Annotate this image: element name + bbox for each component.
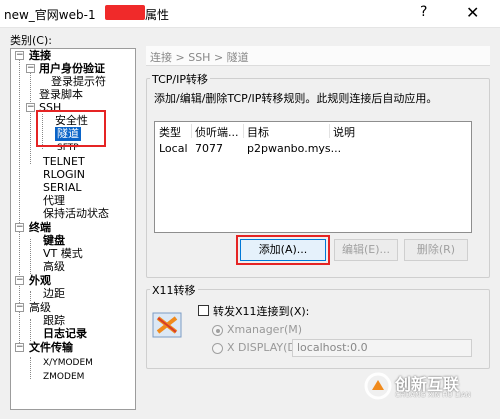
category-label: 类别(C): (10, 34, 52, 47)
column-header-desc[interactable]: 说明 (333, 124, 355, 140)
redaction-mark (105, 5, 145, 20)
collapse-icon[interactable]: − (15, 276, 24, 285)
x11-group-title: X11转移 (150, 282, 198, 298)
x11-group (146, 289, 490, 369)
tcpip-group-title: TCP/IP转移 (150, 71, 210, 87)
tree-guide-line (30, 239, 31, 274)
forward-x11-label: 转发X11连接到(X): (213, 305, 310, 318)
tree-guide-line (30, 357, 31, 379)
tree-node-advanced-2[interactable]: 高级 (29, 301, 51, 315)
forward-x11-checkbox[interactable] (198, 305, 209, 316)
tree-node-login-prompt[interactable]: 登录提示符 (51, 75, 106, 89)
highlight-box (236, 235, 330, 265)
edit-button[interactable]: 编辑(E)... (334, 239, 398, 261)
column-separator (191, 124, 192, 138)
tree-node-proxy[interactable]: 代理 (43, 194, 65, 208)
xmanager-icon (152, 312, 182, 338)
collapse-icon[interactable]: − (15, 223, 24, 232)
tree-node-trace[interactable]: 跟踪 (43, 314, 65, 328)
tree-guide-line (30, 319, 31, 341)
tree-node-login-script[interactable]: 登录脚本 (39, 88, 83, 102)
tree-node-xymodem[interactable]: X/YMODEM (43, 356, 93, 370)
xmanager-label: Xmanager(M) (227, 323, 303, 336)
tree-node-connection[interactable]: 连接 (29, 49, 51, 63)
tree-node-telnet[interactable]: TELNET (43, 155, 85, 169)
xdisplay-input[interactable]: localhost:0.0 (292, 339, 472, 357)
tree-node-user-auth[interactable]: 用户身份验证 (39, 62, 105, 76)
column-header-target[interactable]: 目标 (247, 124, 269, 140)
xmanager-radio[interactable] (212, 325, 223, 336)
collapse-icon[interactable]: − (26, 103, 35, 112)
collapse-icon[interactable]: − (15, 303, 24, 312)
tree-node-logging[interactable]: 日志记录 (43, 327, 87, 341)
help-button[interactable]: ? (420, 4, 427, 20)
tree-node-keepalive[interactable]: 保持活动状态 (43, 207, 109, 221)
breadcrumb: 连接 > SSH > 隧道 (146, 46, 490, 66)
window-title-suffix: 属性 (145, 8, 170, 22)
row-target[interactable]: p2pwanbo.mys... (247, 142, 341, 155)
tree-node-serial[interactable]: SERIAL (43, 181, 81, 195)
category-tree[interactable]: − 连接 − 用户身份验证 登录提示符 登录脚本 − SSH 安全性 隧道 SF… (10, 48, 136, 410)
tree-node-vt-mode[interactable]: VT 模式 (43, 247, 83, 261)
tcpip-description: 添加/编辑/删除TCP/IP转移规则。此规则连接后自动应用。 (154, 92, 438, 105)
column-header-type[interactable]: 类型 (159, 124, 181, 140)
tree-node-appearance[interactable]: 外观 (29, 274, 51, 288)
column-separator (329, 124, 330, 138)
row-port[interactable]: 7077 (195, 142, 223, 155)
tree-node-zmodem[interactable]: ZMODEM (43, 370, 84, 384)
watermark-icon (364, 372, 392, 400)
collapse-icon[interactable]: − (26, 64, 35, 73)
tree-guide-line (30, 291, 31, 301)
title-bar: new_官网web-1 属性 ? ✕ (0, 0, 500, 28)
highlight-box (36, 110, 106, 147)
tree-node-rlogin[interactable]: RLOGIN (43, 168, 85, 182)
tree-node-file-transfer[interactable]: 文件传输 (29, 341, 73, 355)
delete-button[interactable]: 删除(R) (404, 239, 468, 261)
row-type[interactable]: Local (159, 142, 188, 155)
close-button[interactable]: ✕ (466, 3, 479, 22)
collapse-icon[interactable]: − (15, 343, 24, 352)
watermark-logo: 创新互联 CHUANG XIN HU LIAN (360, 368, 500, 408)
rules-list[interactable]: 类型 侦听端... 目标 说明 Local 7077 p2pwanbo.mys.… (154, 121, 472, 233)
column-header-port[interactable]: 侦听端... (195, 124, 239, 140)
watermark-subtext: CHUANG XIN HU LIAN (395, 391, 471, 399)
collapse-icon[interactable]: − (15, 51, 24, 60)
tree-guide-line (30, 69, 31, 164)
tree-node-margins[interactable]: 边距 (43, 287, 65, 301)
window-title: new_官网web-1 (4, 8, 96, 22)
xdisplay-radio[interactable] (212, 343, 223, 354)
tree-node-keyboard[interactable]: 键盘 (43, 234, 65, 248)
column-separator (243, 124, 244, 138)
tree-node-advanced[interactable]: 高级 (43, 260, 65, 274)
tree-node-terminal[interactable]: 终端 (29, 221, 51, 235)
